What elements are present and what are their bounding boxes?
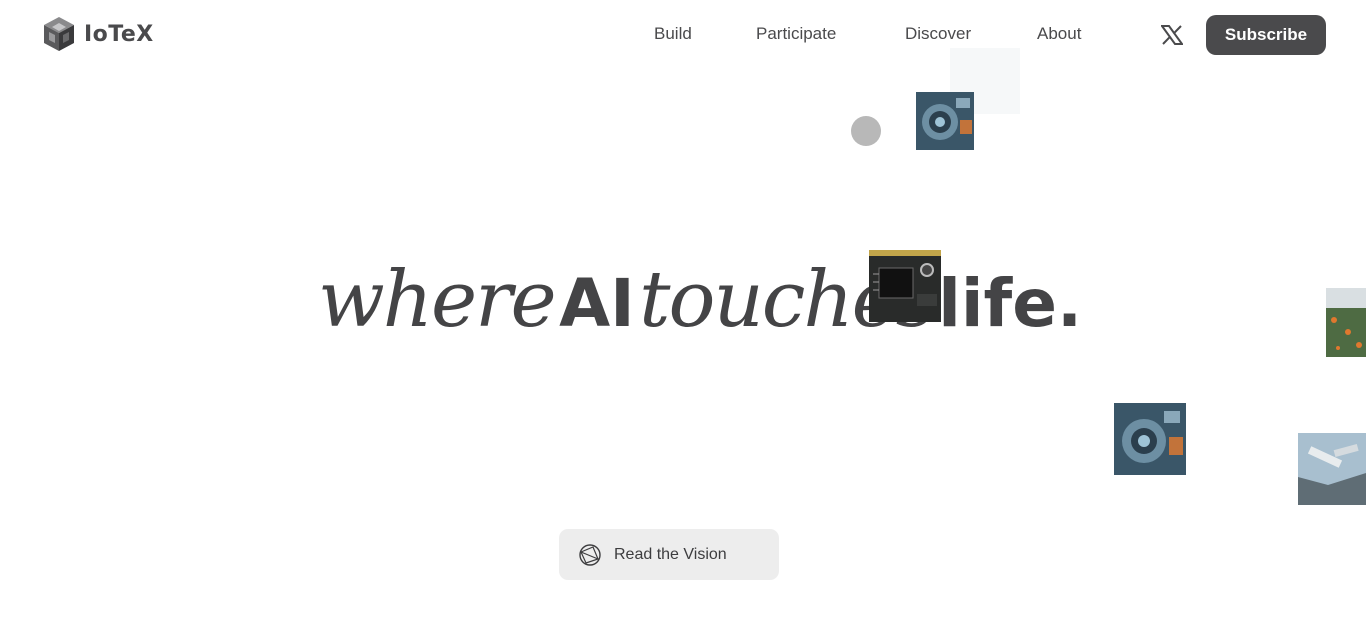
nav-build[interactable]: Build <box>654 24 692 44</box>
hero-headline: where AI touches life. <box>318 255 1082 345</box>
globe-icon <box>579 543 601 566</box>
robotic-engine-image-2 <box>1114 403 1186 475</box>
x-logo-icon[interactable] <box>1161 25 1183 45</box>
iotex-cube-logo-icon <box>44 17 74 51</box>
nav-participate[interactable]: Participate <box>756 24 836 44</box>
nav-about[interactable]: About <box>1037 24 1081 44</box>
read-vision-label: Read the Vision <box>614 545 727 563</box>
hero-word-where: where <box>318 255 557 345</box>
field-landscape-image <box>1326 288 1366 357</box>
brand-logo[interactable]: IoTeX <box>40 15 154 53</box>
read-vision-button[interactable]: Read the Vision <box>559 529 779 580</box>
subscribe-button[interactable]: Subscribe <box>1206 15 1326 55</box>
gray-dot <box>851 116 881 146</box>
robotic-engine-image <box>916 92 974 150</box>
circuit-board-image <box>869 250 941 322</box>
robot-arm-image <box>1298 433 1366 505</box>
brand-name: IoTeX <box>84 21 154 47</box>
hero-word-life: life. <box>938 265 1083 342</box>
nav-discover[interactable]: Discover <box>905 24 971 44</box>
hero-word-ai: AI <box>559 265 635 342</box>
